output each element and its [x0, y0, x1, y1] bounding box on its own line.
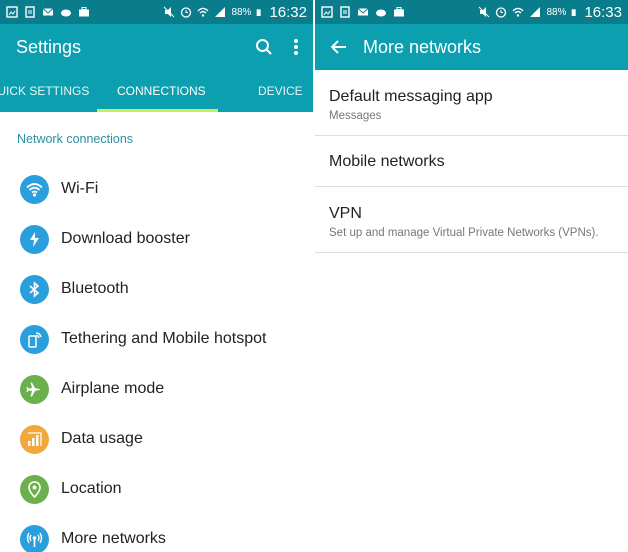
- cloud-notification-icon: [61, 9, 71, 17]
- settings-item-wifi[interactable]: Wi-Fi: [0, 164, 313, 214]
- list-item-summary: Set up and manage Virtual Private Networ…: [329, 227, 599, 239]
- app-bar: More networks: [315, 24, 628, 70]
- alarm-icon: [496, 7, 507, 18]
- page-title: Settings: [16, 36, 82, 57]
- email-notification-icon: [357, 8, 369, 16]
- mute-icon: [164, 6, 175, 18]
- search-icon[interactable]: [255, 38, 273, 56]
- bluetooth-icon: [20, 274, 49, 304]
- settings-item-bluetooth[interactable]: Bluetooth: [0, 264, 313, 314]
- app-bar: Settings QUICK SETTINGS CONNECTIONS DEVI…: [0, 24, 313, 112]
- more-networks-icon: [20, 524, 49, 552]
- tab-connections[interactable]: CONNECTIONS: [117, 70, 206, 112]
- hotspot-icon: [20, 324, 49, 354]
- battery-percent: 88%: [231, 6, 252, 18]
- list-item-label: Default messaging app: [329, 88, 493, 105]
- wifi-status-icon: [197, 7, 209, 17]
- settings-item-label: Wi-Fi: [61, 180, 99, 197]
- tab-quick-settings[interactable]: QUICK SETTINGS: [0, 70, 89, 112]
- overflow-menu-icon[interactable]: [293, 38, 299, 56]
- mute-icon: [479, 6, 490, 18]
- download-booster-icon: [20, 224, 49, 254]
- briefcase-notification-icon: [394, 7, 404, 17]
- clock: 16:33: [584, 3, 622, 21]
- signal-icon: [215, 7, 226, 17]
- clock: 16:32: [269, 3, 307, 21]
- location-icon: [20, 474, 49, 504]
- cloud-notification-icon: [376, 9, 386, 17]
- briefcase-notification-icon: [79, 7, 89, 17]
- battery-icon: [257, 9, 262, 16]
- settings-item-label: Download booster: [61, 230, 190, 247]
- document-notification-icon: [340, 6, 350, 18]
- gallery-notification-icon: [321, 6, 333, 18]
- settings-item-airplane-mode[interactable]: Airplane mode: [0, 364, 313, 414]
- tab-device[interactable]: DEVICE: [258, 70, 303, 112]
- battery-icon: [572, 9, 577, 16]
- page-title: More networks: [363, 36, 482, 57]
- settings-item-label: Location: [61, 480, 122, 497]
- settings-list: Wi-Fi Download booster Bluetooth Tetheri…: [0, 164, 313, 552]
- data-usage-icon: [20, 424, 49, 454]
- settings-item-more-networks[interactable]: More networks: [0, 514, 313, 552]
- list-item-summary: Messages: [329, 110, 382, 122]
- settings-item-label: More networks: [61, 530, 166, 547]
- signal-icon: [530, 7, 541, 17]
- document-notification-icon: [25, 6, 35, 18]
- settings-item-data-usage[interactable]: Data usage: [0, 414, 313, 464]
- tab-indicator: [97, 109, 218, 112]
- list-item-vpn[interactable]: VPN Set up and manage Virtual Private Ne…: [315, 187, 628, 253]
- list-item-default-messaging-app[interactable]: Default messaging app Messages: [315, 70, 628, 136]
- status-bar: 88% 16:33: [315, 0, 628, 24]
- status-bar: 88% 16:32: [0, 0, 313, 24]
- settings-item-label: Bluetooth: [61, 280, 129, 297]
- settings-item-label: Data usage: [61, 430, 143, 447]
- email-notification-icon: [42, 8, 54, 16]
- wifi-status-icon: [512, 7, 524, 17]
- list-item-mobile-networks[interactable]: Mobile networks: [315, 136, 628, 187]
- list-item-label: VPN: [329, 205, 362, 222]
- alarm-icon: [181, 7, 192, 18]
- list-item-label: Mobile networks: [329, 153, 445, 170]
- tab-bar: QUICK SETTINGS CONNECTIONS DEVICE: [0, 70, 313, 112]
- battery-percent: 88%: [546, 6, 567, 18]
- back-arrow-icon[interactable]: [331, 40, 347, 54]
- settings-item-label: Tethering and Mobile hotspot: [61, 330, 267, 347]
- settings-screen: 88% 16:32 Settings QUICK SETTINGS CONNEC…: [0, 0, 313, 552]
- gallery-notification-icon: [6, 6, 18, 18]
- section-header: Network connections: [17, 132, 134, 146]
- settings-item-hotspot[interactable]: Tethering and Mobile hotspot: [0, 314, 313, 364]
- settings-item-download-booster[interactable]: Download booster: [0, 214, 313, 264]
- airplane-icon: [20, 374, 49, 404]
- settings-item-label: Airplane mode: [61, 380, 165, 397]
- wifi-icon: [20, 174, 49, 204]
- more-networks-screen: 88% 16:33 More networks Default messagin…: [315, 0, 628, 552]
- settings-item-location[interactable]: Location: [0, 464, 313, 514]
